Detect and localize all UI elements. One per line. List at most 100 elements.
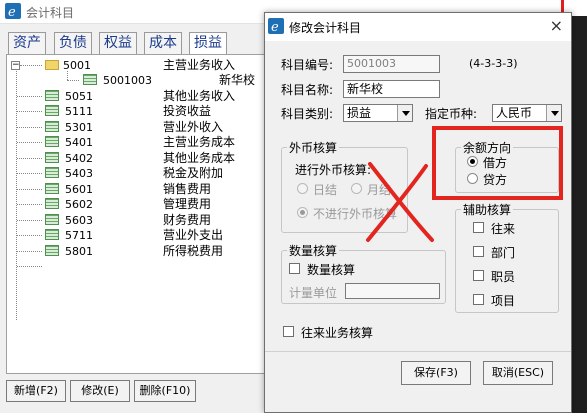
dialog-title: 修改会计科目 bbox=[289, 21, 362, 35]
currency-select[interactable]: 人民币 bbox=[492, 104, 562, 122]
delete-button[interactable]: 删除(F10) bbox=[134, 380, 196, 402]
tree-item-5001003[interactable]: 5001003 bbox=[83, 74, 152, 87]
ledger-icon bbox=[45, 90, 59, 101]
tree-connector bbox=[17, 96, 42, 97]
ledger-icon bbox=[45, 152, 59, 163]
selected-currency: 人民币 bbox=[496, 106, 533, 120]
fx-monthly-radio[interactable] bbox=[351, 183, 362, 194]
ledger-icon bbox=[45, 183, 59, 194]
account-name: 新华校 bbox=[219, 73, 256, 87]
save-button[interactable]: 保存(F3) bbox=[401, 361, 471, 385]
account-name: 投资收益 bbox=[163, 104, 212, 118]
account-code-field[interactable]: 5001003 bbox=[343, 55, 440, 73]
ledger-icon bbox=[45, 121, 59, 132]
aux-project-checkbox[interactable] bbox=[473, 294, 484, 305]
tree-item-5111[interactable]: 5111 bbox=[45, 105, 93, 118]
tree-connector bbox=[17, 173, 42, 174]
ledger-icon bbox=[45, 214, 59, 225]
aux-contacts-checkbox[interactable] bbox=[473, 222, 484, 233]
tab-assets[interactable]: 资产 bbox=[8, 32, 46, 54]
dialog-titlebar: e 修改会计科目 × bbox=[265, 13, 571, 41]
tree-connector bbox=[17, 127, 42, 128]
aux-department-label: 部门 bbox=[491, 246, 516, 260]
window-title: 会计科目 bbox=[26, 6, 75, 20]
account-name-field[interactable]: 新华校 bbox=[343, 80, 440, 98]
account-name: 主营业务收入 bbox=[163, 58, 236, 72]
chevron-down-icon[interactable] bbox=[546, 105, 561, 121]
tree-connector bbox=[17, 189, 42, 190]
svg-text:e: e bbox=[8, 5, 16, 19]
tree-item-5711[interactable]: 5711 bbox=[45, 229, 93, 242]
fx-none-radio[interactable] bbox=[297, 207, 308, 218]
red-cross-annotation bbox=[366, 162, 434, 242]
tab-liabilities[interactable]: 负债 bbox=[54, 32, 92, 54]
tree-connector bbox=[17, 204, 42, 205]
tree-item-5301[interactable]: 5301 bbox=[45, 121, 93, 134]
account-name: 营业外支出 bbox=[163, 228, 224, 242]
account-code: 5301 bbox=[65, 121, 93, 134]
fx-daily-radio[interactable] bbox=[297, 183, 308, 194]
account-code: 5711 bbox=[65, 229, 93, 242]
tree-connector bbox=[67, 71, 68, 80]
fx-question-label: 进行外币核算: bbox=[295, 163, 372, 177]
foreign-currency-group-title: 外币核算 bbox=[287, 139, 340, 156]
account-name: 营业外收入 bbox=[163, 120, 224, 134]
quantity-accounting-checkbox[interactable] bbox=[289, 263, 300, 274]
currency-label: 指定币种: bbox=[425, 107, 478, 121]
folder-icon bbox=[45, 60, 59, 70]
account-code: 5601 bbox=[65, 183, 93, 196]
unit-field[interactable] bbox=[345, 283, 440, 299]
add-button[interactable]: 新增(F2) bbox=[6, 380, 66, 402]
account-name: 管理费用 bbox=[163, 197, 212, 211]
tree-connector bbox=[17, 158, 42, 159]
tree-connector bbox=[17, 266, 42, 267]
tree-connector bbox=[17, 111, 42, 112]
account-name: 其他业务成本 bbox=[163, 151, 236, 165]
app-logo-icon: e bbox=[268, 18, 284, 34]
tree-item-5403[interactable]: 5403 bbox=[45, 167, 93, 180]
cancel-button[interactable]: 取消(ESC) bbox=[483, 361, 553, 385]
unit-label: 计量单位 bbox=[289, 286, 338, 300]
tab-profit-loss[interactable]: 损益 bbox=[189, 32, 227, 54]
transactions-checkbox[interactable] bbox=[283, 326, 294, 337]
collapse-toggle[interactable]: − bbox=[11, 61, 20, 70]
tree-item-5401[interactable]: 5401 bbox=[45, 136, 93, 149]
tree-item-5602[interactable]: 5602 bbox=[45, 198, 93, 211]
aux-staff-checkbox[interactable] bbox=[473, 270, 484, 281]
tree-item-5402[interactable]: 5402 bbox=[45, 152, 93, 165]
ledger-icon bbox=[45, 105, 59, 116]
quantity-accounting-label: 数量核算 bbox=[307, 263, 356, 277]
tree-connector bbox=[17, 235, 42, 236]
account-code: 5402 bbox=[65, 152, 93, 165]
ledger-icon bbox=[83, 74, 97, 85]
tree-item-5801[interactable]: 5801 bbox=[45, 245, 93, 258]
code-format-hint: (4-3-3-3) bbox=[469, 57, 518, 70]
ledger-icon bbox=[45, 245, 59, 256]
account-name-label: 科目名称: bbox=[281, 83, 334, 97]
aux-contacts-label: 往来 bbox=[491, 222, 516, 236]
ledger-icon bbox=[45, 229, 59, 240]
close-icon[interactable]: × bbox=[550, 16, 563, 35]
aux-department-checkbox[interactable] bbox=[473, 246, 484, 257]
account-code: 5051 bbox=[65, 90, 93, 103]
app-logo-icon: e bbox=[5, 3, 21, 19]
account-code: 5603 bbox=[65, 214, 93, 227]
selected-account-type: 损益 bbox=[347, 106, 372, 120]
account-type-select[interactable]: 损益 bbox=[343, 104, 413, 122]
account-code: 5001 bbox=[63, 59, 91, 72]
aux-staff-label: 职员 bbox=[491, 270, 516, 284]
tab-equity[interactable]: 权益 bbox=[99, 32, 137, 54]
ledger-icon bbox=[45, 198, 59, 209]
tree-item-5603[interactable]: 5603 bbox=[45, 214, 93, 227]
tree-item-5601[interactable]: 5601 bbox=[45, 183, 93, 196]
tree-item-5001[interactable]: 5001 bbox=[45, 59, 91, 72]
chevron-down-icon[interactable] bbox=[397, 105, 412, 121]
account-type-label: 科目类别: bbox=[281, 107, 334, 121]
edit-button[interactable]: 修改(E) bbox=[70, 380, 130, 402]
tree-item-5051[interactable]: 5051 bbox=[45, 90, 93, 103]
tree-connector bbox=[20, 65, 42, 66]
account-code: 5401 bbox=[65, 136, 93, 149]
account-code: 5403 bbox=[65, 167, 93, 180]
quantity-accounting-group-title: 数量核算 bbox=[287, 242, 340, 259]
tab-cost[interactable]: 成本 bbox=[144, 32, 182, 54]
